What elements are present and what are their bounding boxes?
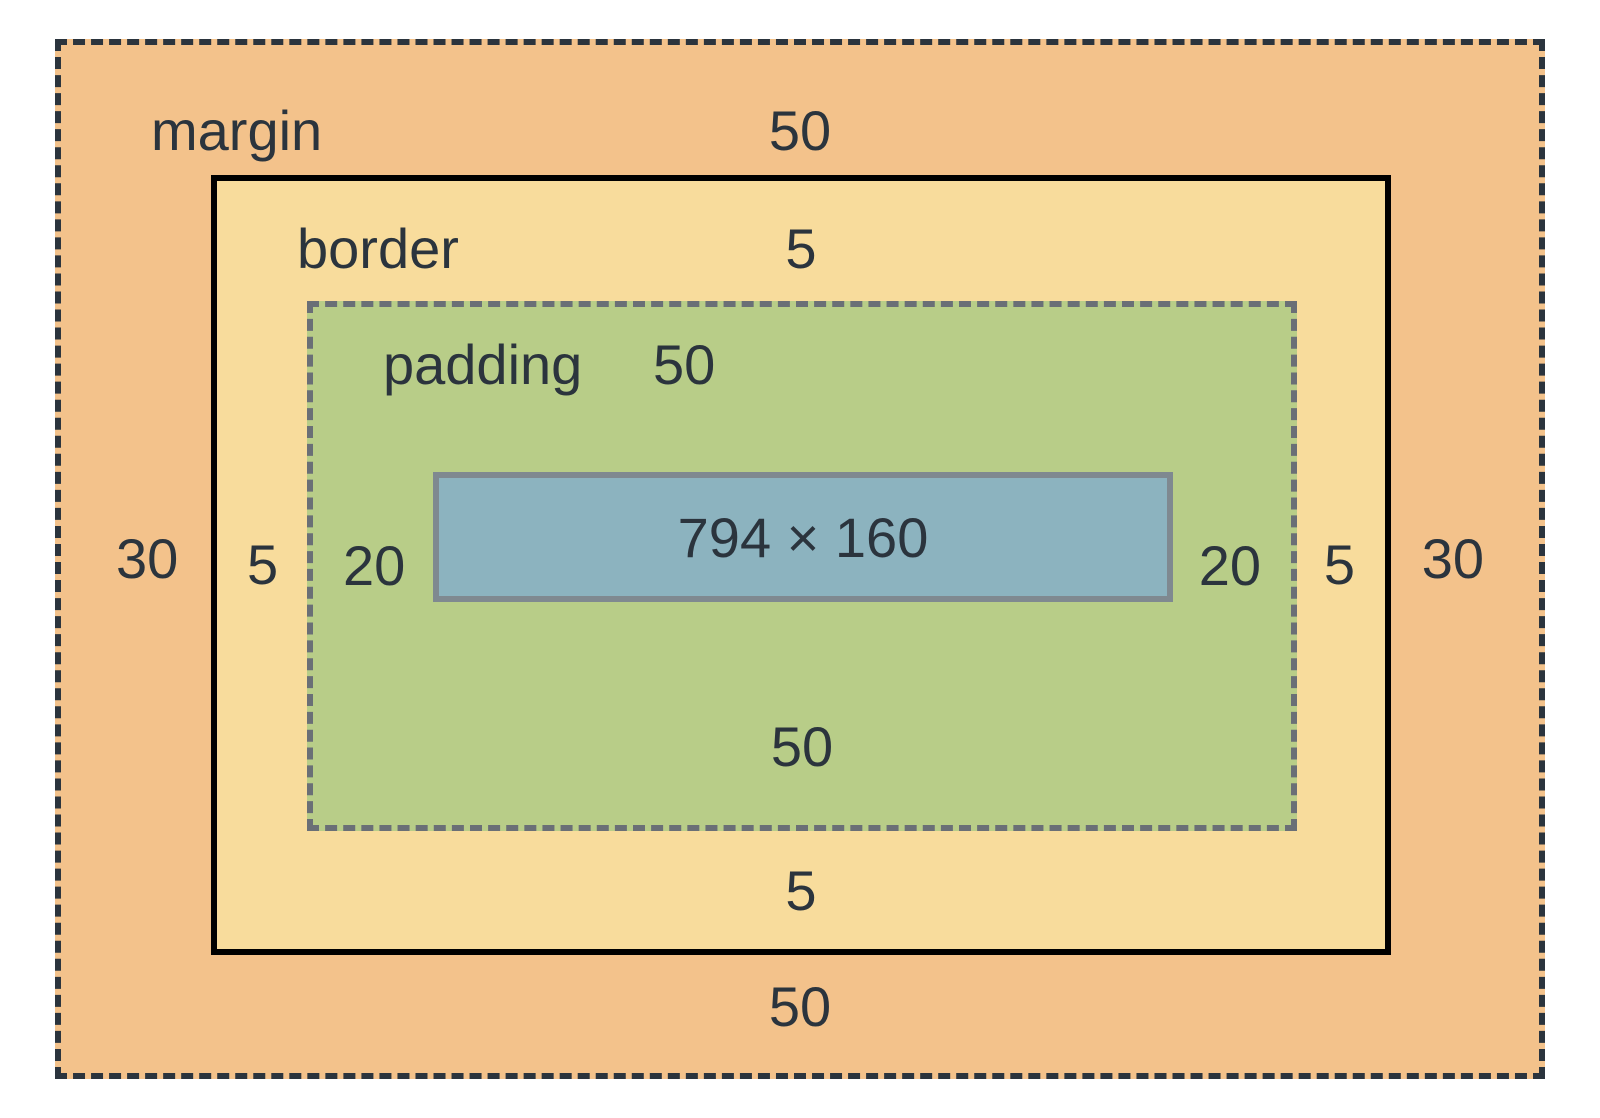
padding-label: padding bbox=[383, 337, 582, 393]
margin-bottom-value: 50 bbox=[769, 979, 831, 1035]
margin-right-value: 30 bbox=[1422, 531, 1484, 587]
border-region: border 5 5 5 5 padding 50 50 20 20 794 ×… bbox=[211, 175, 1391, 955]
border-label: border bbox=[297, 221, 459, 277]
content-dimensions: 794 × 160 bbox=[678, 505, 929, 570]
border-top-value: 5 bbox=[785, 221, 816, 277]
border-bottom-value: 5 bbox=[785, 863, 816, 919]
content-region: 794 × 160 bbox=[433, 472, 1173, 602]
padding-left-value: 20 bbox=[343, 538, 405, 594]
margin-label: margin bbox=[151, 103, 322, 159]
border-right-value: 5 bbox=[1324, 537, 1355, 593]
padding-top-value: 50 bbox=[653, 337, 715, 393]
margin-left-value: 30 bbox=[116, 531, 178, 587]
border-left-value: 5 bbox=[247, 537, 278, 593]
padding-right-value: 20 bbox=[1199, 538, 1261, 594]
padding-region: padding 50 50 20 20 794 × 160 bbox=[307, 301, 1297, 831]
box-model-diagram: margin 50 50 30 30 border 5 5 5 5 paddin… bbox=[55, 39, 1545, 1079]
margin-top-value: 50 bbox=[769, 103, 831, 159]
margin-region: margin 50 50 30 30 border 5 5 5 5 paddin… bbox=[55, 39, 1545, 1079]
padding-bottom-value: 50 bbox=[771, 719, 833, 775]
